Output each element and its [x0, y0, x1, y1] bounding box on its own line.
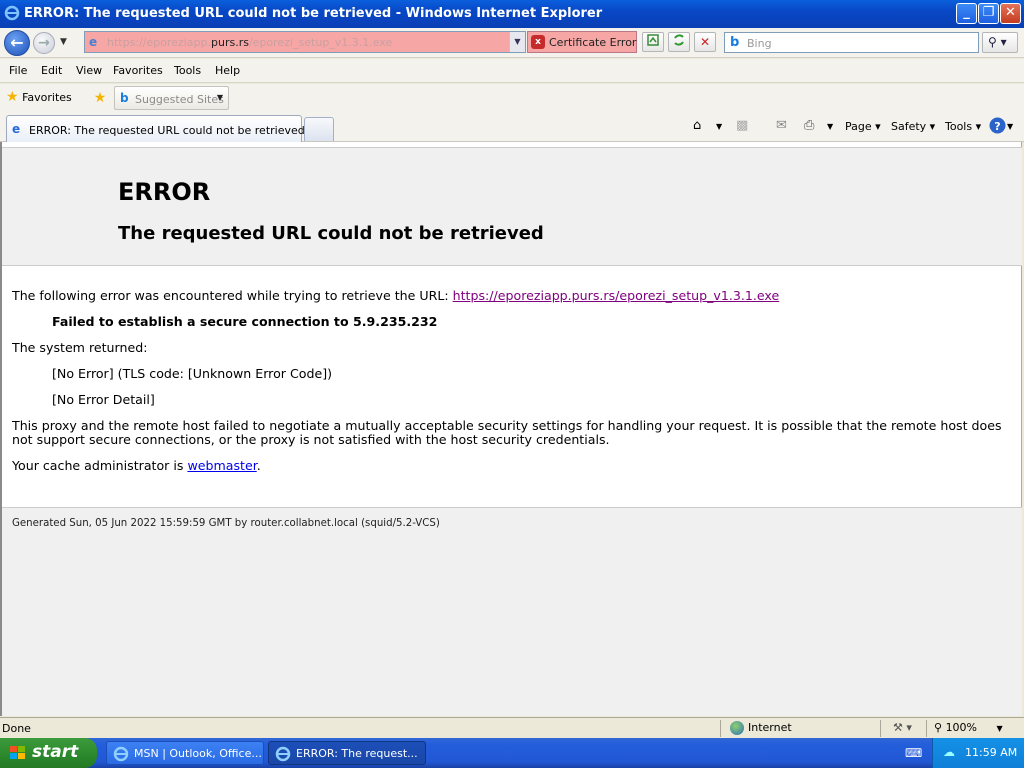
webmaster-link[interactable]: webmaster: [187, 458, 256, 473]
help-icon[interactable]: ?: [989, 117, 1006, 138]
menu-help[interactable]: Help: [215, 64, 240, 77]
chevron-down-icon: ▼: [216, 93, 223, 102]
system-returned-label: The system returned:: [12, 340, 148, 355]
tab-row: e ERROR: The requested URL could not be …: [0, 112, 1024, 142]
ie-icon: [113, 746, 129, 762]
window-title: ERROR: The requested URL could not be re…: [24, 6, 603, 21]
favorites-bar: ★ Favorites ★ b Suggested Sites ▼: [0, 84, 1024, 112]
page-title: ERROR: [118, 178, 211, 206]
ie-icon: [275, 746, 291, 762]
menu-view[interactable]: View: [76, 64, 102, 77]
page-menu[interactable]: Page ▾: [845, 120, 881, 133]
protected-mode-icon[interactable]: ⚒ ▾: [893, 721, 912, 734]
taskbar: start MSN | Outlook, Office... ERROR: Th…: [0, 738, 1024, 768]
search-box[interactable]: b Bing: [724, 32, 979, 53]
safety-menu[interactable]: Safety ▾: [891, 120, 935, 133]
back-button[interactable]: ←: [4, 30, 30, 56]
compatibility-view-button[interactable]: [642, 32, 664, 52]
system-tray: ☁ 11:59 AM: [932, 738, 1024, 768]
tab-current[interactable]: e ERROR: The requested URL could not be …: [6, 115, 305, 142]
help-dropdown[interactable]: ▼: [1007, 122, 1013, 131]
new-tab-button[interactable]: [304, 117, 334, 141]
menu-edit[interactable]: Edit: [41, 64, 62, 77]
certificate-error-button[interactable]: x Certificate Error: [527, 31, 637, 53]
menu-tools[interactable]: Tools: [174, 64, 201, 77]
error-intro: The following error was encountered whil…: [12, 288, 780, 303]
page-icon: e: [89, 35, 98, 49]
error-url-link[interactable]: https://eporeziapp.purs.rs/eporezi_setup…: [453, 288, 780, 303]
security-zone[interactable]: Internet: [730, 721, 792, 735]
tls-code: [No Error] (TLS code: [Unknown Error Cod…: [52, 366, 333, 381]
recent-pages-dropdown[interactable]: ▼: [60, 37, 67, 47]
suggested-sites-button[interactable]: b Suggested Sites ▼: [114, 86, 229, 110]
globe-icon: [730, 721, 744, 735]
home-dropdown[interactable]: ▼: [716, 122, 722, 131]
home-icon[interactable]: ⌂: [693, 118, 701, 133]
forward-button[interactable]: →: [33, 32, 55, 54]
shield-icon: x: [531, 35, 545, 49]
menu-file[interactable]: File: [9, 64, 27, 77]
error-header: ERROR The requested URL could not be ret…: [2, 147, 1022, 266]
status-divider: [926, 720, 927, 737]
address-dropdown[interactable]: ▼: [509, 32, 525, 52]
favorites-button[interactable]: ★ Favorites: [6, 89, 72, 105]
taskbar-item-error[interactable]: ERROR: The request...: [268, 741, 426, 765]
address-url[interactable]: https://eporeziapp.purs.rs/eporezi_setup…: [107, 36, 392, 49]
bing-icon: b: [730, 35, 740, 50]
address-bar[interactable]: e https://eporeziapp.purs.rs/eporezi_set…: [84, 31, 526, 53]
status-divider: [720, 720, 721, 737]
explanation-line-1: This proxy and the remote host failed to…: [12, 418, 1002, 433]
ie-logo-icon: [4, 5, 20, 21]
status-divider: [880, 720, 881, 737]
navigation-bar: ← → ▼ e https://eporeziapp.purs.rs/epore…: [0, 28, 1024, 58]
footer: Generated Sun, 05 Jun 2022 15:59:59 GMT …: [2, 507, 1022, 716]
generated-info: Generated Sun, 05 Jun 2022 15:59:59 GMT …: [12, 518, 440, 529]
start-button[interactable]: start: [0, 738, 97, 768]
explanation-line-2: not support secure connections, or the p…: [12, 432, 610, 447]
search-button[interactable]: ⚲ ▾: [982, 32, 1018, 53]
title-bar: ERROR: The requested URL could not be re…: [0, 0, 1024, 28]
tools-menu[interactable]: Tools ▾: [945, 120, 981, 133]
windows-flag-icon: [9, 745, 27, 761]
status-text: Done: [2, 722, 31, 735]
bing-icon: b: [120, 91, 129, 105]
star-icon: ★: [6, 89, 19, 105]
close-button[interactable]: ✕: [1000, 3, 1021, 24]
failure-message: Failed to establish a secure connection …: [52, 314, 438, 329]
clock: 11:59 AM: [965, 746, 1018, 759]
refresh-button[interactable]: [668, 32, 690, 52]
feeds-icon[interactable]: ▩: [736, 118, 748, 133]
status-bar: Done Internet ⚒ ▾ ⚲ 100% ▼: [0, 717, 1024, 738]
menu-bar: File Edit View Favorites Tools Help: [0, 59, 1024, 83]
error-detail: [No Error Detail]: [52, 392, 155, 407]
svg-text:?: ?: [994, 120, 1000, 133]
page-subtitle: The requested URL could not be retrieved: [118, 223, 544, 244]
stop-button[interactable]: ✕: [694, 32, 716, 52]
network-icon[interactable]: ☁: [943, 745, 955, 759]
zoom-control[interactable]: ⚲ 100% ▼: [934, 721, 1003, 734]
print-dropdown[interactable]: ▼: [827, 122, 833, 131]
cache-admin: Your cache administrator is webmaster.: [12, 458, 261, 473]
maximize-button[interactable]: ❐: [978, 3, 999, 24]
taskbar-item-msn[interactable]: MSN | Outlook, Office...: [106, 741, 264, 765]
print-icon[interactable]: ⎙: [804, 118, 814, 133]
page-content: ERROR The requested URL could not be ret…: [0, 142, 1022, 716]
mail-icon[interactable]: ✉: [776, 118, 787, 133]
add-to-favorites-button[interactable]: ★: [90, 88, 110, 108]
ie-page-icon: e: [12, 122, 21, 136]
menu-favorites[interactable]: Favorites: [113, 64, 163, 77]
keyboard-icon[interactable]: ⌨: [905, 746, 922, 760]
minimize-button[interactable]: _: [956, 3, 977, 24]
